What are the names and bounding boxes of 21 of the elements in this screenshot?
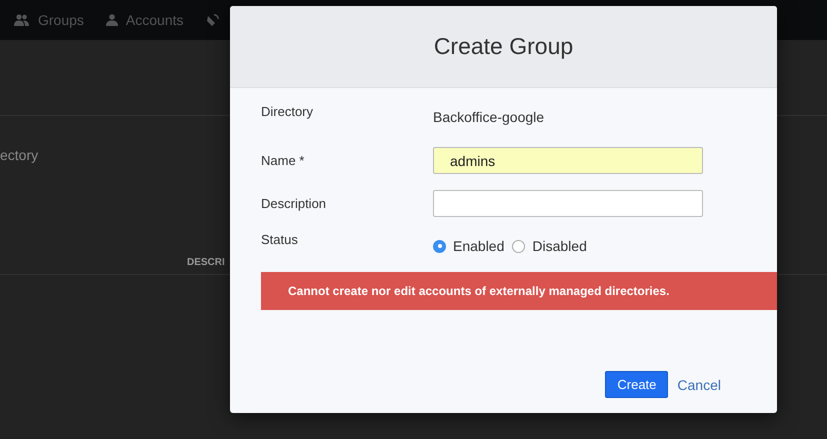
- person-icon: [106, 14, 118, 26]
- people-icon: [14, 14, 30, 26]
- text-field[interactable]: admins: [433, 147, 703, 174]
- text-field[interactable]: [433, 190, 703, 217]
- column-header: DESCRI: [187, 257, 225, 268]
- error-alert: Cannot create nor edit accounts of externally managed directories.: [261, 272, 777, 310]
- radio-label[interactable]: Disabled: [532, 238, 587, 254]
- field-label: Status: [261, 232, 299, 247]
- nav-link[interactable]: Accounts: [126, 12, 184, 28]
- radio-button[interactable]: [433, 240, 446, 252]
- radio-label[interactable]: Enabled: [453, 238, 504, 254]
- field-label: Name *: [261, 153, 306, 168]
- field-label: Description: [261, 196, 328, 211]
- create-button[interactable]: Create: [605, 371, 668, 398]
- field-value: Backoffice-google: [433, 108, 544, 125]
- field-label: Directory: [261, 104, 314, 119]
- page-text: ectory: [0, 147, 38, 163]
- cancel-link[interactable]: Cancel: [675, 371, 723, 398]
- nav-link[interactable]: Groups: [38, 12, 84, 28]
- radio-button[interactable]: [512, 240, 526, 252]
- dialog-title: Create Group: [230, 6, 777, 88]
